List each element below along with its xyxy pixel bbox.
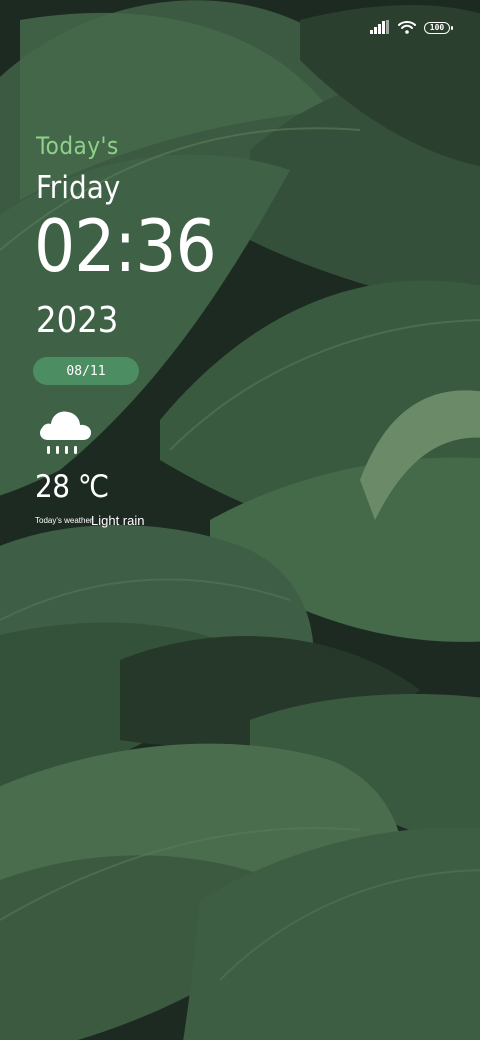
date-label: 08/11 <box>66 363 106 379</box>
battery-icon: 100 <box>424 22 453 34</box>
lock-screen: 100 Today's Friday 02:36 2023 08/11 28 ℃… <box>0 0 480 1040</box>
weekday-label: Friday <box>36 170 121 206</box>
rain-cloud-icon <box>36 402 94 460</box>
date-badge: 08/11 <box>33 357 139 385</box>
year-label: 2023 <box>36 300 119 341</box>
greeting-label: Today's <box>36 132 119 160</box>
status-bar: 100 <box>370 18 453 38</box>
clock-time: 02:36 <box>34 204 217 288</box>
signal-bars-icon <box>370 19 390 38</box>
wifi-icon <box>398 19 416 38</box>
battery-level: 100 <box>429 23 445 32</box>
weather-caption: Today's weather <box>35 516 93 525</box>
temperature-value: 28 ℃ <box>35 469 109 505</box>
weather-condition: Light rain <box>91 513 145 528</box>
